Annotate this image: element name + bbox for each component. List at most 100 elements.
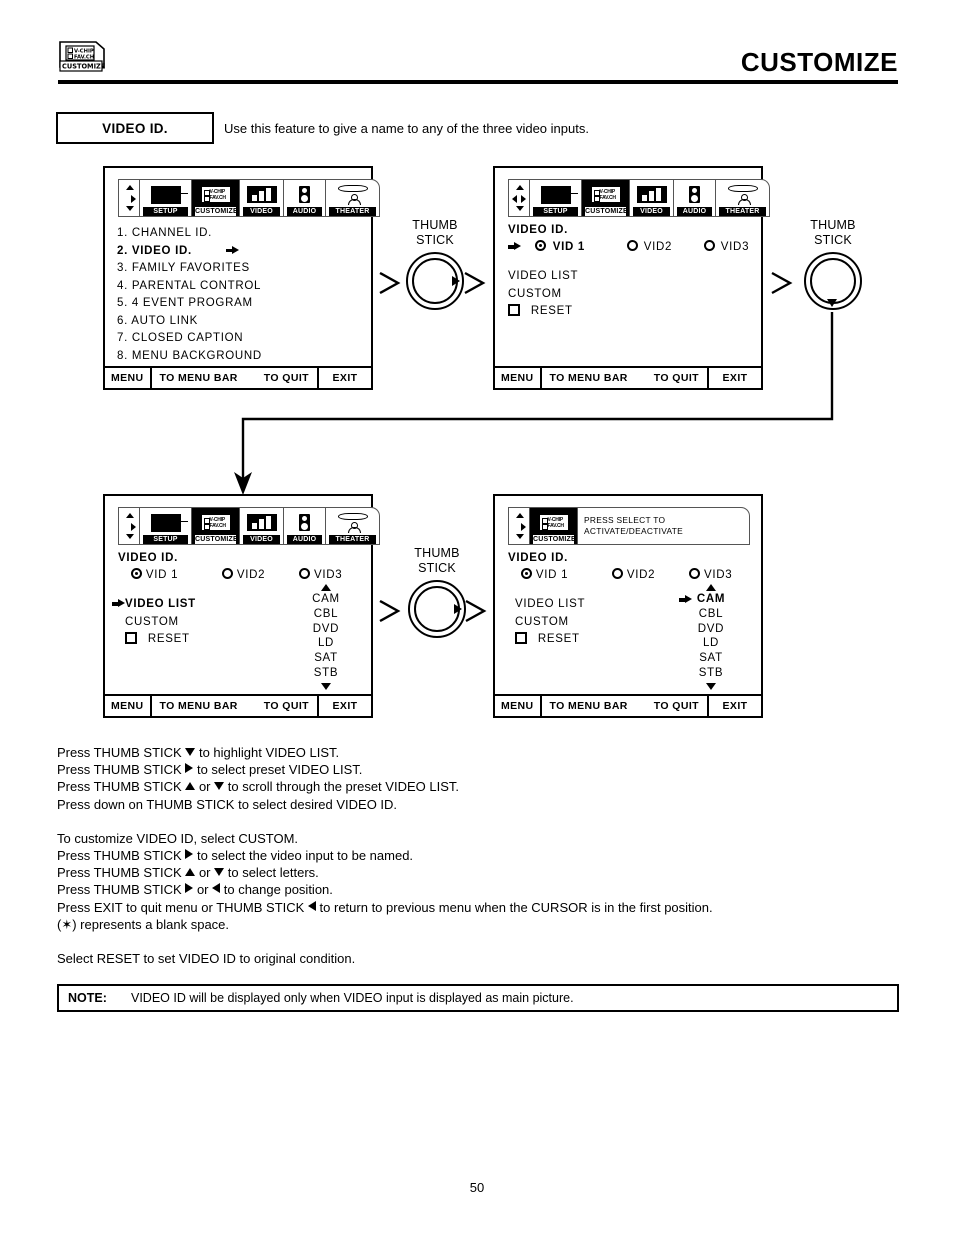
speaker-icon	[287, 510, 322, 535]
instruction-post: to select the video input to be named.	[193, 848, 414, 864]
arrow-down-icon	[827, 299, 837, 307]
scroll-down-icon[interactable]	[706, 682, 716, 690]
tab-video[interactable]: VIDEO	[630, 179, 674, 217]
tab-video[interactable]: VIDEO	[240, 179, 284, 217]
radio-vid2-label: VID2	[626, 569, 656, 581]
option-custom[interactable]: CUSTOM	[515, 614, 585, 632]
list-item[interactable]: CAM	[297, 592, 355, 607]
footer-exit[interactable]: EXIT	[319, 696, 371, 716]
list-item[interactable]: SAT	[673, 651, 749, 666]
thumb-stick-dial[interactable]	[804, 252, 862, 310]
radio-vid1[interactable]	[521, 568, 532, 579]
tab-setup[interactable]: SETUP	[530, 179, 582, 217]
footer-exit[interactable]: EXIT	[709, 368, 761, 388]
scroll-down-icon[interactable]	[321, 682, 331, 690]
list-item[interactable]: LD	[297, 636, 355, 651]
note-label: NOTE:	[68, 991, 107, 1005]
option-custom[interactable]: CUSTOM	[508, 286, 578, 304]
radio-vid2[interactable]	[626, 240, 638, 251]
option-video-list-selected[interactable]: VIDEO LIST	[112, 596, 196, 614]
tab-audio[interactable]: AUDIO	[284, 507, 326, 545]
menu-item[interactable]: 6. AUTO LINK	[117, 313, 262, 331]
footer-exit[interactable]: EXIT	[709, 696, 761, 716]
tab-theater[interactable]: THEATER	[326, 179, 380, 217]
thumb-stick-dial[interactable]	[406, 252, 464, 310]
radio-vid3[interactable]	[299, 568, 311, 579]
footer-menu[interactable]: MENU	[105, 368, 152, 388]
list-item[interactable]: LD	[673, 636, 749, 651]
menu-item-label: 7. CLOSED CAPTION	[117, 332, 244, 344]
tab-customize[interactable]: V-CHIP FAV.CH CUSTOMIZE	[192, 179, 240, 217]
video-input-radio-group: VID 1 VID2 VID3	[131, 568, 342, 581]
list-item[interactable]: CBL	[673, 607, 749, 622]
instruction-post: to select letters.	[224, 865, 319, 881]
footer-menu[interactable]: MENU	[495, 368, 542, 388]
option-reset[interactable]: RESET	[515, 631, 585, 649]
osd-footer: MENU TO MENU BAR TO QUIT EXIT	[495, 366, 761, 388]
radio-vid1[interactable]	[131, 568, 142, 579]
list-item[interactable]: SAT	[297, 651, 355, 666]
option-custom[interactable]: CUSTOM	[112, 614, 196, 632]
tab-audio[interactable]: AUDIO	[674, 179, 716, 217]
radio-vid1[interactable]	[534, 240, 546, 251]
tab-customize[interactable]: V-CHIP FAV.CH CUSTOMIZE	[192, 507, 240, 545]
list-item[interactable]: DVD	[297, 622, 355, 637]
menu-item[interactable]: 8. MENU BACKGROUND	[117, 348, 262, 366]
footer-to-quit-label: TO QUIT	[653, 700, 699, 712]
video-list-scroller[interactable]: CAM CBL DVD LD SAT STB	[297, 584, 355, 690]
tab-theater[interactable]: THEATER	[326, 507, 380, 545]
cursor-arrow-icon	[225, 245, 239, 255]
v-chip-icon: V-CHIP FAV.CH	[195, 510, 236, 535]
footer-to-quit-label: TO QUIT	[263, 700, 309, 712]
radio-vid3[interactable]	[689, 568, 701, 579]
option-reset[interactable]: RESET	[112, 631, 196, 649]
arrow-down-icon	[185, 748, 196, 756]
radio-vid2[interactable]	[611, 568, 623, 579]
instruction-line: Press THUMB STICK or to change position.	[57, 881, 897, 898]
reset-checkbox[interactable]	[508, 304, 520, 316]
instruction-pre: Press THUMB STICK	[57, 848, 186, 864]
scroll-up-icon[interactable]	[706, 584, 716, 591]
reset-checkbox[interactable]	[515, 632, 527, 644]
scroll-up-icon[interactable]	[321, 584, 331, 591]
footer-menu[interactable]: MENU	[495, 696, 542, 716]
menu-item[interactable]: 3. FAMILY FAVORITES	[117, 260, 262, 278]
tab-video[interactable]: VIDEO	[240, 507, 284, 545]
osd-panel-video-list: SETUP V-CHIP FAV.CH CUSTOMIZE VIDEO AUDIO	[103, 494, 380, 718]
instruction-line: To customize VIDEO ID, select CUSTOM.	[57, 830, 897, 847]
list-item[interactable]: STB	[673, 666, 749, 681]
instruction-pre: To customize VIDEO ID, select CUSTOM.	[57, 830, 299, 846]
menu-item[interactable]: 7. CLOSED CAPTION	[117, 330, 262, 348]
menu-item[interactable]: 4. PARENTAL CONTROL	[117, 278, 262, 296]
menu-item[interactable]: 1. CHANNEL ID.	[117, 225, 262, 243]
list-item-selected[interactable]: CAM	[673, 592, 749, 607]
radio-vid2[interactable]	[221, 568, 233, 579]
tab-customize[interactable]: V-CHIP FAV.CH CUSTOMIZE	[582, 179, 630, 217]
list-item[interactable]: DVD	[673, 622, 749, 637]
tab-theater[interactable]: THEATER	[716, 179, 770, 217]
tab-customize-label: CUSTOMIZE	[195, 207, 238, 216]
video-list-scroller[interactable]: CAM CBL DVD LD SAT STB	[673, 584, 749, 690]
thumb-stick-dial[interactable]	[408, 580, 466, 638]
tab-setup[interactable]: SETUP	[140, 179, 192, 217]
option-video-list[interactable]: VIDEO LIST	[508, 268, 578, 286]
footer-menu[interactable]: MENU	[105, 696, 152, 716]
tab-customize[interactable]: V-CHIP FAV.CH CUSTOMIZE	[530, 507, 578, 545]
list-item[interactable]: STB	[297, 666, 355, 681]
radio-vid3[interactable]	[703, 240, 715, 251]
list-item[interactable]: CBL	[297, 607, 355, 622]
menu-item-selected[interactable]: 2. VIDEO ID.	[117, 243, 262, 261]
tab-audio-label: AUDIO	[287, 535, 322, 544]
reset-checkbox[interactable]	[125, 632, 137, 644]
option-video-list[interactable]: VIDEO LIST	[515, 596, 585, 614]
tab-audio[interactable]: AUDIO	[284, 179, 326, 217]
radio-vid3-label: VID3	[720, 241, 750, 253]
footer-exit[interactable]: EXIT	[319, 368, 371, 388]
menu-item[interactable]: 5. 4 EVENT PROGRAM	[117, 295, 262, 313]
option-reset[interactable]: RESET	[508, 303, 578, 321]
osd-panel-video-list-selected: V-CHIP FAV.CH CUSTOMIZE PRESS SELECT TO A…	[493, 494, 763, 718]
instruction-pre: Press THUMB STICK	[57, 882, 186, 898]
list-item-label: CAM	[696, 593, 726, 605]
tab-setup[interactable]: SETUP	[140, 507, 192, 545]
footer-to-menu-bar-label: TO MENU BAR	[159, 372, 238, 384]
